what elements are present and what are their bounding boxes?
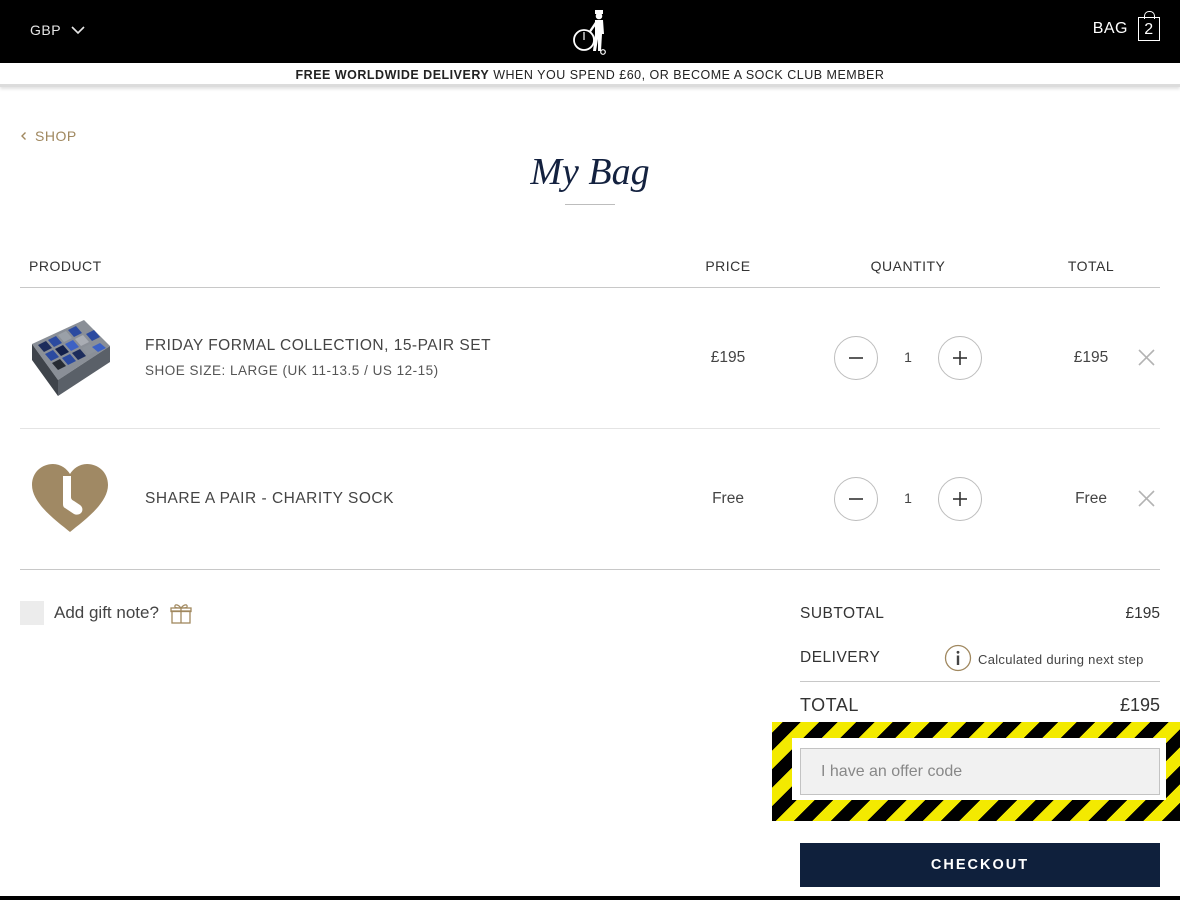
bag-button[interactable]: BAG 2 <box>1092 11 1160 41</box>
offer-code-input[interactable] <box>800 748 1160 795</box>
heart-sock-icon[interactable] <box>28 460 112 540</box>
back-link-label: SHOP <box>35 128 77 144</box>
total-value: £195 <box>1119 695 1160 715</box>
column-header-quantity: QUANTITY <box>870 258 946 274</box>
column-header-total: TOTAL <box>1067 258 1115 274</box>
chevron-left-icon <box>21 132 26 140</box>
title-divider <box>565 204 615 205</box>
currency-label: GBP <box>30 22 62 38</box>
gift-note-label[interactable]: Add gift note? <box>54 603 159 623</box>
quantity-value: 1 <box>904 490 912 506</box>
product-size: SHOE SIZE: LARGE (UK 11-13.5 / US 12-15) <box>145 363 439 378</box>
footer-edge <box>0 896 1180 900</box>
promo-text: WHEN YOU SPEND £60, OR BECOME A SOCK CLU… <box>489 68 885 82</box>
increase-quantity-button[interactable] <box>938 477 982 521</box>
delivery-label: DELIVERY <box>800 649 881 666</box>
chevron-down-icon <box>71 26 85 35</box>
row-divider <box>20 428 1160 429</box>
delivery-value: Calculated during next step <box>978 652 1144 667</box>
line-total: Free <box>1075 490 1107 507</box>
increase-quantity-button[interactable] <box>938 336 982 380</box>
bag-count-icon: 2 <box>1138 11 1160 41</box>
column-header-product: PRODUCT <box>29 258 102 274</box>
info-icon[interactable] <box>944 644 972 672</box>
brand-logo-icon[interactable] <box>572 7 610 55</box>
subtotal-value: £195 <box>1125 605 1160 622</box>
promo-banner: FREE WORLDWIDE DELIVERY WHEN YOU SPEND £… <box>0 63 1180 87</box>
product-price: Free <box>712 490 744 507</box>
line-total: £195 <box>1073 349 1109 366</box>
total-label: TOTAL <box>800 695 859 715</box>
gift-note-option: Add gift note? <box>20 601 193 625</box>
decrease-quantity-button[interactable] <box>834 336 878 380</box>
table-header-divider <box>20 287 1160 288</box>
sock-box-set-image[interactable] <box>28 318 112 398</box>
close-icon[interactable] <box>1137 348 1156 367</box>
gift-icon <box>170 604 192 624</box>
product-name[interactable]: FRIDAY FORMAL COLLECTION, 15-PAIR SET <box>145 337 491 355</box>
column-header-price: PRICE <box>705 258 751 274</box>
currency-selector[interactable]: GBP <box>30 22 85 38</box>
promo-bold-text: FREE WORLDWIDE DELIVERY <box>295 68 490 82</box>
top-bar: GBP BAG 2 <box>0 0 1180 63</box>
plus-icon <box>953 351 967 365</box>
product-price: £195 <box>710 349 746 366</box>
decrease-quantity-button[interactable] <box>834 477 878 521</box>
page-title: My Bag <box>530 151 650 193</box>
close-icon[interactable] <box>1137 489 1156 508</box>
quantity-value: 1 <box>904 349 912 365</box>
plus-icon <box>953 492 967 506</box>
product-name[interactable]: SHARE A PAIR - CHARITY SOCK <box>145 490 394 508</box>
checkout-button[interactable]: CHECKOUT <box>800 843 1160 887</box>
bag-label: BAG <box>1092 20 1128 37</box>
gift-note-checkbox[interactable] <box>20 601 44 625</box>
back-to-shop-link[interactable]: SHOP <box>20 128 77 144</box>
summary-divider <box>800 681 1160 682</box>
minus-icon <box>849 357 863 359</box>
table-bottom-divider <box>20 569 1160 570</box>
subtotal-label: SUBTOTAL <box>800 605 885 622</box>
minus-icon <box>849 498 863 500</box>
